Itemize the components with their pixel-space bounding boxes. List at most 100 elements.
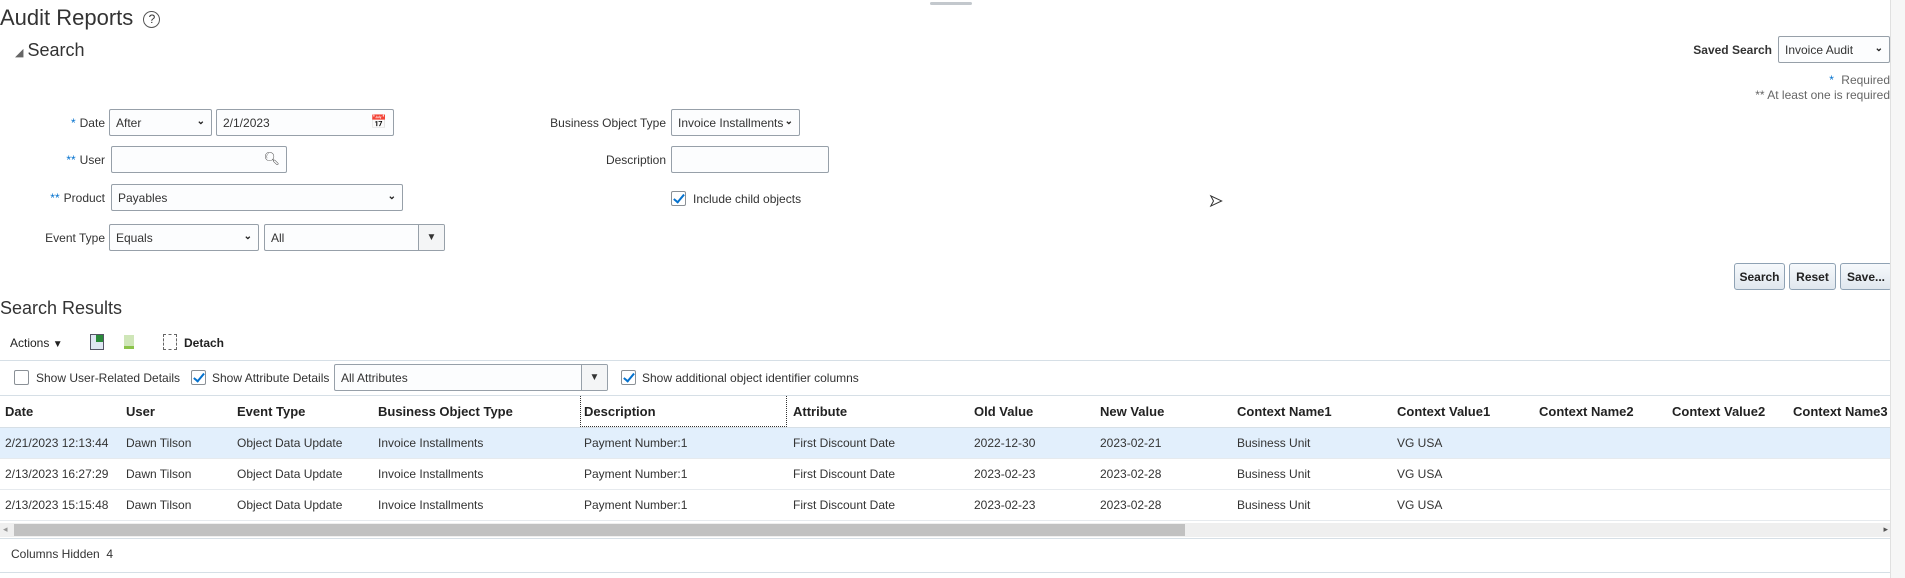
- event-type-value-select[interactable]: All ▼: [264, 224, 445, 251]
- attributes-select[interactable]: All Attributes ▼: [334, 364, 608, 391]
- date-operator-select[interactable]: After ⌄: [109, 109, 212, 136]
- scroll-left-icon[interactable]: ◂: [3, 524, 8, 535]
- table-cell: First Discount Date: [793, 436, 896, 450]
- table-cell: VG USA: [1397, 467, 1443, 481]
- column-header[interactable]: Context Value1: [1397, 404, 1490, 419]
- search-button[interactable]: Search: [1734, 263, 1785, 290]
- column-header[interactable]: Attribute: [793, 404, 847, 419]
- column-header[interactable]: Context Name2: [1539, 404, 1634, 419]
- export-to-excel-icon[interactable]: [90, 334, 104, 350]
- scrollbar-bottom-border: [0, 538, 1890, 539]
- description-input[interactable]: [671, 146, 829, 173]
- show-attribute-details-label: Show Attribute Details: [212, 371, 330, 385]
- footer-border: [0, 572, 1890, 573]
- detach-icon[interactable]: [163, 334, 177, 350]
- chevron-down-icon: ⌄: [243, 231, 252, 242]
- page-title: Audit Reports ?: [0, 5, 161, 31]
- table-cell: Payment Number:1: [584, 467, 688, 481]
- horizontal-scrollbar[interactable]: ◂ ▸: [0, 523, 1890, 537]
- date-label: * Date: [70, 116, 105, 130]
- search-icon[interactable]: 🔍︎: [263, 151, 280, 167]
- save-button[interactable]: Save...: [1840, 263, 1892, 290]
- column-header[interactable]: Old Value: [974, 404, 1033, 419]
- divider: [0, 360, 1890, 361]
- table-cell: VG USA: [1397, 498, 1443, 512]
- help-icon[interactable]: ?: [143, 11, 161, 28]
- search-results-title: Search Results: [0, 298, 123, 318]
- show-attribute-details-checkbox[interactable]: [191, 370, 206, 385]
- table-cell: Dawn Tilson: [126, 436, 192, 450]
- column-header[interactable]: Event Type: [237, 404, 305, 419]
- actions-menu[interactable]: Actions ▼: [10, 336, 63, 350]
- column-header[interactable]: New Value: [1100, 404, 1164, 419]
- table-cell: 2/13/2023 16:27:29: [5, 467, 109, 481]
- business-object-type-select[interactable]: Invoice Installments ⌄: [671, 109, 800, 136]
- event-type-label: Event Type: [45, 231, 105, 245]
- show-additional-columns-checkbox[interactable]: [621, 370, 636, 385]
- table-cell: Business Unit: [1237, 498, 1311, 512]
- include-child-objects-label: Include child objects: [693, 192, 802, 206]
- search-section-header[interactable]: ◢ Search: [15, 40, 85, 61]
- chevron-down-icon: ⌄: [387, 191, 396, 202]
- column-header[interactable]: Business Object Type: [378, 404, 513, 419]
- required-note: * Required: [1829, 73, 1890, 87]
- table-cell: 2/13/2023 15:15:48: [5, 498, 109, 512]
- table-cell: 2/21/2023 12:13:44: [5, 436, 109, 450]
- table-cell: Business Unit: [1237, 467, 1311, 481]
- calendar-icon[interactable]: 📅: [371, 114, 387, 130]
- search-section-title: Search: [27, 40, 85, 60]
- table-cell: 2023-02-28: [1100, 498, 1162, 512]
- right-edge: [1890, 0, 1905, 578]
- freeze-icon[interactable]: [124, 335, 134, 349]
- table-cell: 2023-02-21: [1100, 436, 1162, 450]
- dropdown-arrow-icon[interactable]: ▼: [418, 225, 444, 250]
- product-select[interactable]: Payables ⌄: [111, 184, 403, 211]
- user-input[interactable]: 🔍︎: [111, 146, 287, 173]
- saved-search-label: Saved Search: [1693, 43, 1772, 57]
- user-label: ** User: [66, 153, 105, 167]
- table-cell: First Discount Date: [793, 498, 896, 512]
- detach-button[interactable]: Detach: [184, 336, 224, 350]
- mouse-cursor-icon: ➤: [1208, 193, 1223, 211]
- column-header[interactable]: User: [126, 404, 155, 419]
- table-cell: Business Unit: [1237, 436, 1311, 450]
- table-cell: Object Data Update: [237, 436, 343, 450]
- table-row[interactable]: 2/13/2023 16:27:29 Dawn Tilson Object Data…: [0, 459, 1890, 490]
- table-cell: VG USA: [1397, 436, 1443, 450]
- table-cell: Invoice Installments: [378, 436, 484, 450]
- column-header[interactable]: Context Name1: [1237, 404, 1332, 419]
- at-least-one-note: ** At least one is required: [1755, 88, 1890, 102]
- include-child-objects-checkbox[interactable]: [671, 191, 686, 206]
- column-header[interactable]: Context Name3: [1793, 404, 1888, 419]
- columns-hidden: Columns Hidden 4: [11, 547, 114, 561]
- table-cell: Payment Number:1: [584, 498, 688, 512]
- column-header[interactable]: Description: [584, 404, 656, 419]
- scroll-right-icon[interactable]: ▸: [1883, 524, 1888, 535]
- table-row[interactable]: 2/21/2023 12:13:44 Dawn Tilson Object Data…: [0, 428, 1890, 459]
- show-user-details-checkbox[interactable]: [14, 370, 29, 385]
- dropdown-triangle-icon: ▼: [52, 339, 63, 350]
- saved-search-select[interactable]: Invoice Audit ⌄: [1778, 36, 1890, 63]
- table-cell: 2023-02-23: [974, 467, 1036, 481]
- scrollbar-thumb[interactable]: [14, 524, 1185, 536]
- table-cell: Object Data Update: [237, 498, 343, 512]
- show-additional-columns-label: Show additional object identifier column…: [642, 371, 859, 385]
- table-cell: 2023-02-28: [1100, 467, 1162, 481]
- column-header[interactable]: Context Value2: [1672, 404, 1765, 419]
- column-header[interactable]: Date: [5, 404, 33, 419]
- table-cell: First Discount Date: [793, 467, 896, 481]
- event-type-operator-select[interactable]: Equals ⌄: [109, 224, 259, 251]
- page-title-text: Audit Reports: [0, 5, 134, 30]
- description-label: Description: [605, 153, 666, 167]
- table-cell: Object Data Update: [237, 467, 343, 481]
- date-input[interactable]: 2/1/2023 📅: [216, 109, 394, 136]
- show-user-details-label: Show User-Related Details: [36, 371, 181, 385]
- reset-button[interactable]: Reset: [1789, 263, 1836, 290]
- dropdown-arrow-icon[interactable]: ▼: [581, 365, 607, 390]
- table-cell: Dawn Tilson: [126, 498, 192, 512]
- drag-handle[interactable]: [930, 2, 972, 5]
- table-cell: 2023-02-23: [974, 498, 1036, 512]
- table-cell: Invoice Installments: [378, 467, 484, 481]
- table-row[interactable]: 2/13/2023 15:15:48 Dawn Tilson Object Data…: [0, 490, 1890, 521]
- chevron-down-icon: ⌄: [196, 116, 205, 127]
